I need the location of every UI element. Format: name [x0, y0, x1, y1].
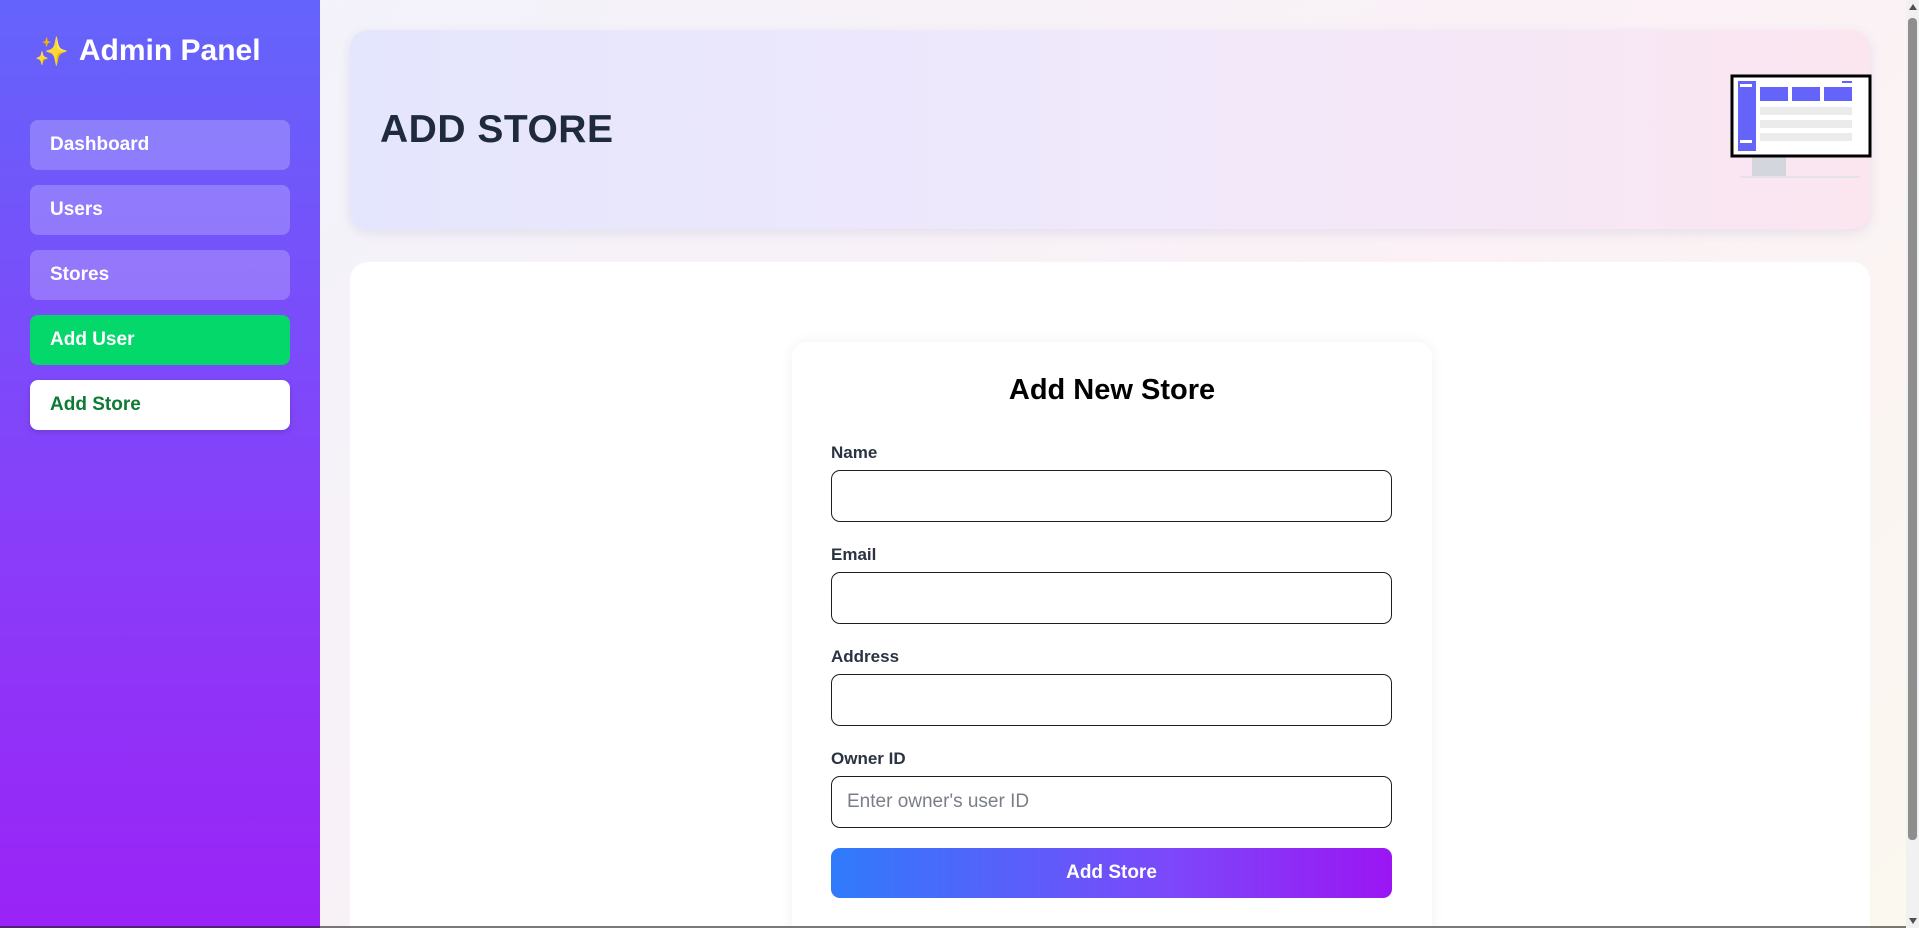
sidebar: ✨ Admin Panel Dashboard Users Stores Add…	[0, 0, 320, 928]
name-input[interactable]	[831, 470, 1392, 522]
sidebar-item-dashboard[interactable]: Dashboard	[30, 120, 290, 170]
content-card: Add New Store Name Email Address Owner I…	[350, 262, 1870, 928]
add-store-form: Add New Store Name Email Address Owner I…	[792, 342, 1432, 928]
main-content: ADD STORE Add New Store Name Email Addre…	[320, 0, 1906, 928]
scroll-up-icon[interactable]	[1909, 4, 1917, 10]
owner-id-label: Owner ID	[831, 749, 906, 768]
address-label: Address	[831, 647, 900, 666]
page-scrollbar[interactable]	[1906, 0, 1919, 928]
page-title: ADD STORE	[380, 108, 614, 151]
add-store-button[interactable]: Add Store	[831, 848, 1392, 898]
sparkles-icon: ✨	[34, 35, 69, 67]
form-title: Add New Store	[1008, 374, 1216, 406]
name-label: Name	[831, 443, 878, 462]
email-label: Email	[831, 545, 877, 564]
sidebar-item-users[interactable]: Users	[30, 185, 290, 235]
scroll-down-icon[interactable]	[1909, 918, 1917, 924]
address-input[interactable]	[831, 674, 1392, 726]
dashboard-monitor-icon	[1730, 74, 1872, 178]
sidebar-item-stores[interactable]: Stores	[30, 250, 290, 300]
owner-id-input[interactable]	[831, 776, 1392, 828]
page-header: ADD STORE	[350, 30, 1872, 229]
sidebar-nav: Dashboard Users Stores Add User Add Stor…	[30, 120, 290, 430]
brand: ✨ Admin Panel	[34, 30, 290, 72]
scroll-thumb[interactable]	[1908, 18, 1917, 840]
sidebar-item-add-user[interactable]: Add User	[30, 315, 290, 365]
email-input[interactable]	[831, 572, 1392, 624]
sidebar-item-add-store[interactable]: Add Store	[30, 380, 290, 430]
brand-title: Admin Panel	[78, 34, 261, 67]
